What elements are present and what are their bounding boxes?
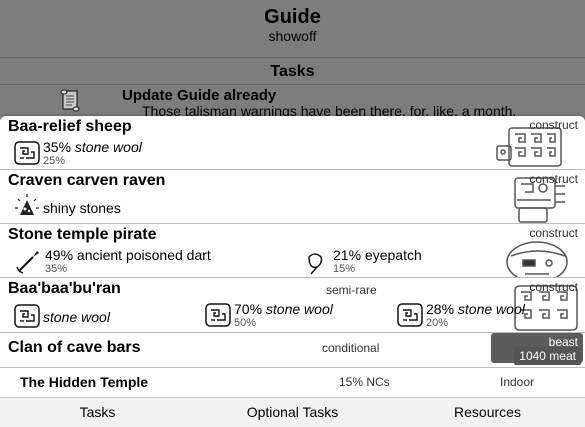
guide-header: Guide showoff	[0, 0, 585, 58]
tab-bar: Tasks Optional Tasks Resources	[0, 397, 585, 427]
task-item[interactable]: Update Guide already Those talisman warn…	[0, 85, 585, 120]
monster-name: Stone temple pirate	[8, 226, 157, 243]
monster-type: construct	[529, 118, 578, 132]
drop-rate: 20%	[426, 317, 449, 329]
monster-row[interactable]: Stone temple pirate construct 49% ancien…	[0, 224, 585, 278]
drop-item-name: stone wool	[457, 301, 525, 317]
drop-item-name: stone wool	[74, 139, 142, 155]
drop-percent: 35%	[43, 139, 72, 155]
drop-item-name: stone wool	[43, 309, 110, 325]
drop-item-name: eyepatch	[364, 247, 422, 263]
page-subtitle: showoff	[268, 28, 317, 44]
drop-rate: 50%	[234, 317, 257, 329]
page-title: Guide	[264, 6, 321, 28]
stone-wool-icon	[14, 141, 40, 165]
monster-row[interactable]: Baa'baa'bu'ran semi-rare construct stone…	[0, 278, 585, 333]
tasks-heading: Tasks	[0, 59, 585, 85]
meat-badge: 1040 meat	[514, 347, 581, 365]
monster-row[interactable]: Clan of cave bars conditional beast 1040…	[0, 333, 585, 368]
monster-type: construct	[529, 226, 578, 240]
drop-rate: 25%	[43, 155, 66, 167]
location-row[interactable]: The Hidden Temple 15% NCs Indoor	[0, 368, 585, 397]
drop-item-name: stone wool	[265, 301, 333, 317]
monster-name: Clan of cave bars	[8, 339, 141, 356]
drop-item-name: shiny stones	[43, 200, 121, 216]
monster-name: Baa-relief sheep	[8, 118, 132, 135]
monster-note: conditional	[322, 341, 380, 355]
location-name: The Hidden Temple	[20, 374, 149, 390]
monster-row[interactable]: Baa-relief sheep construct 35% stone woo…	[0, 116, 585, 170]
monster-type: construct	[529, 280, 578, 294]
eyepatch-icon	[308, 253, 323, 275]
location-environment: Indoor	[500, 375, 535, 389]
location-nc-rate: 15% NCs	[339, 375, 390, 389]
monster-name: Baa'baa'bu'ran	[8, 280, 121, 297]
shiny-stones-icon	[15, 194, 39, 215]
stone-wool-icon	[14, 304, 40, 328]
drop-rate: 15%	[333, 263, 356, 275]
scroll-icon	[60, 89, 80, 112]
monster-name: Craven carven raven	[8, 172, 166, 189]
monster-type: construct	[529, 172, 578, 186]
monster-panel: Baa-relief sheep construct 35% stone woo…	[0, 116, 585, 397]
task-title: Update Guide already	[122, 87, 277, 104]
drop-percent: 21%	[333, 247, 362, 263]
drop-percent: 28%	[426, 301, 455, 317]
stone-wool-icon	[397, 303, 423, 327]
drop-percent: 70%	[234, 301, 263, 317]
poisoned-dart-icon	[16, 251, 39, 274]
drop-rate: 35%	[45, 263, 68, 275]
monster-row[interactable]: Craven carven raven construct shiny ston…	[0, 170, 585, 224]
tab-resources[interactable]: Resources	[390, 398, 585, 427]
stone-wool-icon	[205, 303, 231, 327]
monster-note: semi-rare	[326, 283, 377, 297]
drop-item-name: ancient poisoned dart	[76, 247, 211, 263]
tab-tasks[interactable]: Tasks	[0, 398, 195, 427]
drop-percent: 49%	[45, 247, 74, 263]
tab-optional-tasks[interactable]: Optional Tasks	[195, 398, 390, 427]
